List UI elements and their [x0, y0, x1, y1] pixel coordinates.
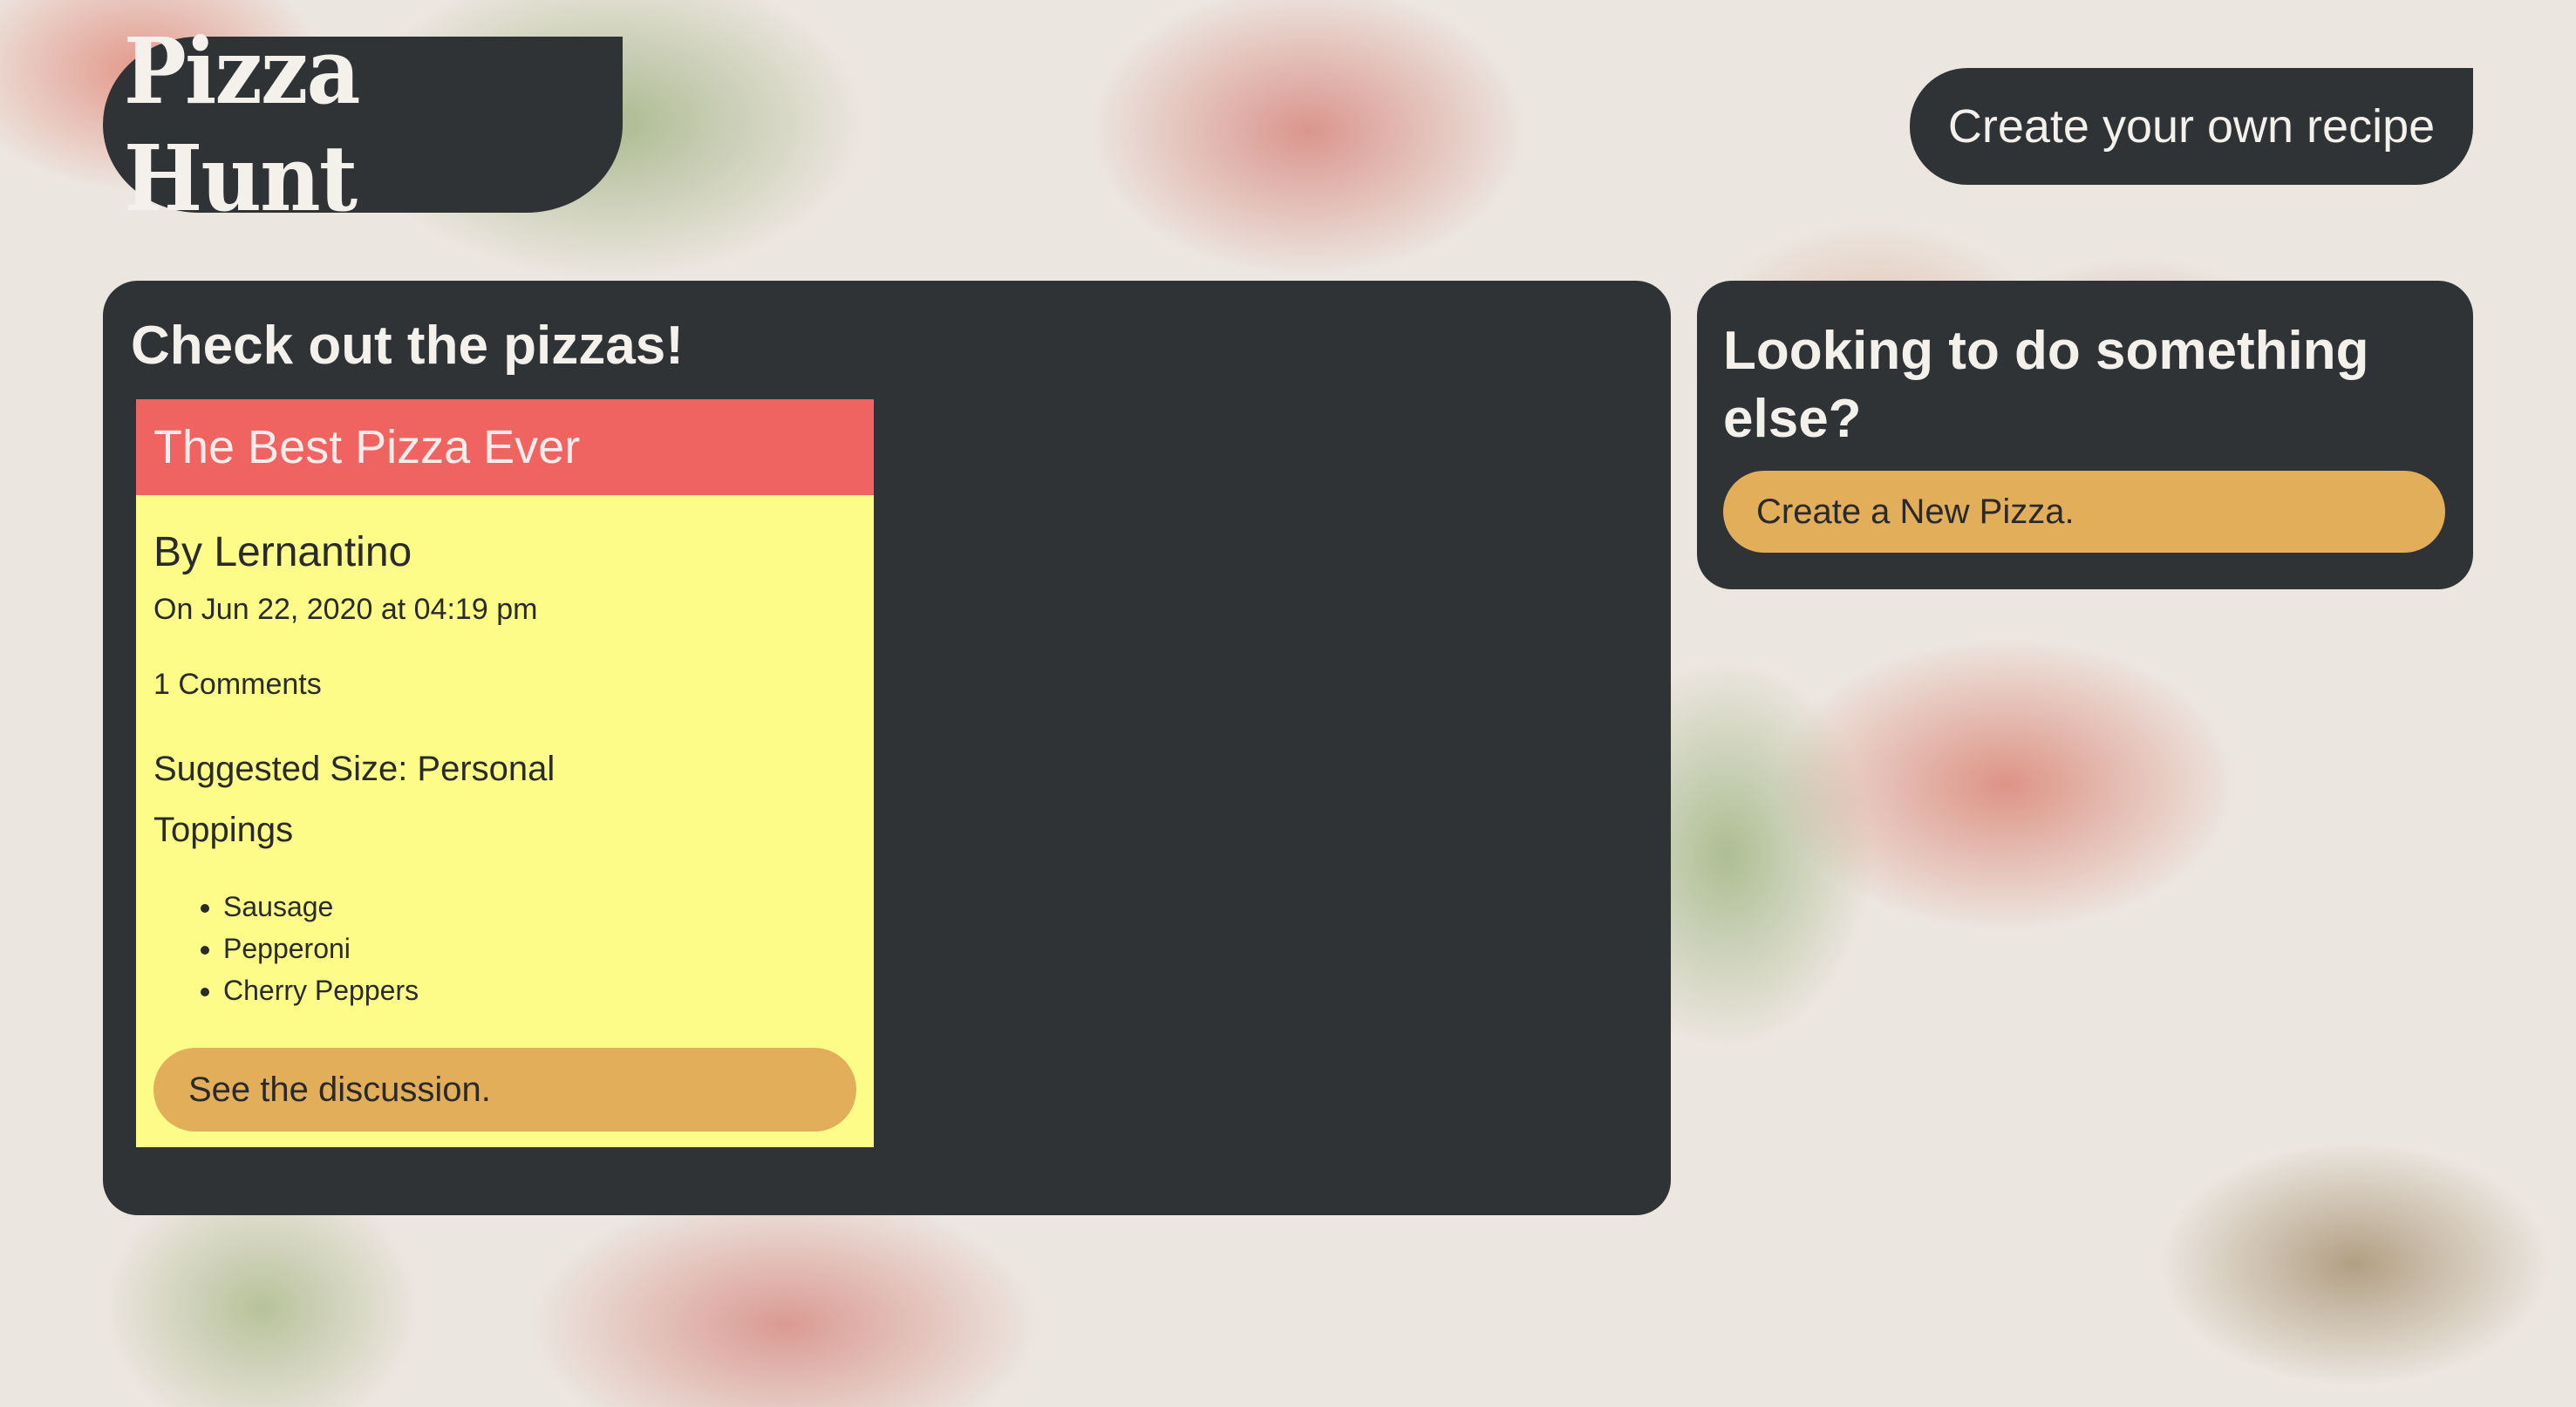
see-discussion-button[interactable]: See the discussion.: [153, 1048, 856, 1132]
topping-item: Sausage: [223, 886, 419, 928]
sidebar-title: Looking to do something else?: [1723, 321, 2369, 449]
pizza-card-title: The Best Pizza Ever: [136, 399, 874, 495]
toppings-heading: Toppings: [153, 811, 294, 849]
topping-item: Cherry Peppers: [223, 969, 419, 1011]
topping-item: Pepperoni: [223, 928, 419, 969]
toppings-list: Sausage Pepperoni Cherry Peppers: [223, 886, 419, 1011]
pizzas-panel: Check out the pizzas! The Best Pizza Eve…: [103, 281, 1671, 1215]
pizza-suggested-size: Suggested Size: Personal: [153, 750, 555, 788]
sidebar-panel: Looking to do something else? Create a N…: [1697, 281, 2473, 589]
pizza-author: By Lernantino: [153, 529, 412, 575]
pizza-comment-count: 1 Comments: [153, 668, 322, 701]
pizza-card: The Best Pizza Ever By Lernantino On Jun…: [136, 399, 874, 1147]
create-recipe-button[interactable]: Create your own recipe: [1910, 68, 2473, 185]
pizza-date: On Jun 22, 2020 at 04:19 pm: [153, 593, 538, 626]
pizzas-panel-title: Check out the pizzas!: [131, 316, 684, 376]
create-new-pizza-button[interactable]: Create a New Pizza.: [1723, 471, 2445, 553]
logo-text: Pizza Hunt: [123, 17, 361, 232]
pizza-hunt-logo[interactable]: Pizza Hunt: [103, 17, 623, 232]
